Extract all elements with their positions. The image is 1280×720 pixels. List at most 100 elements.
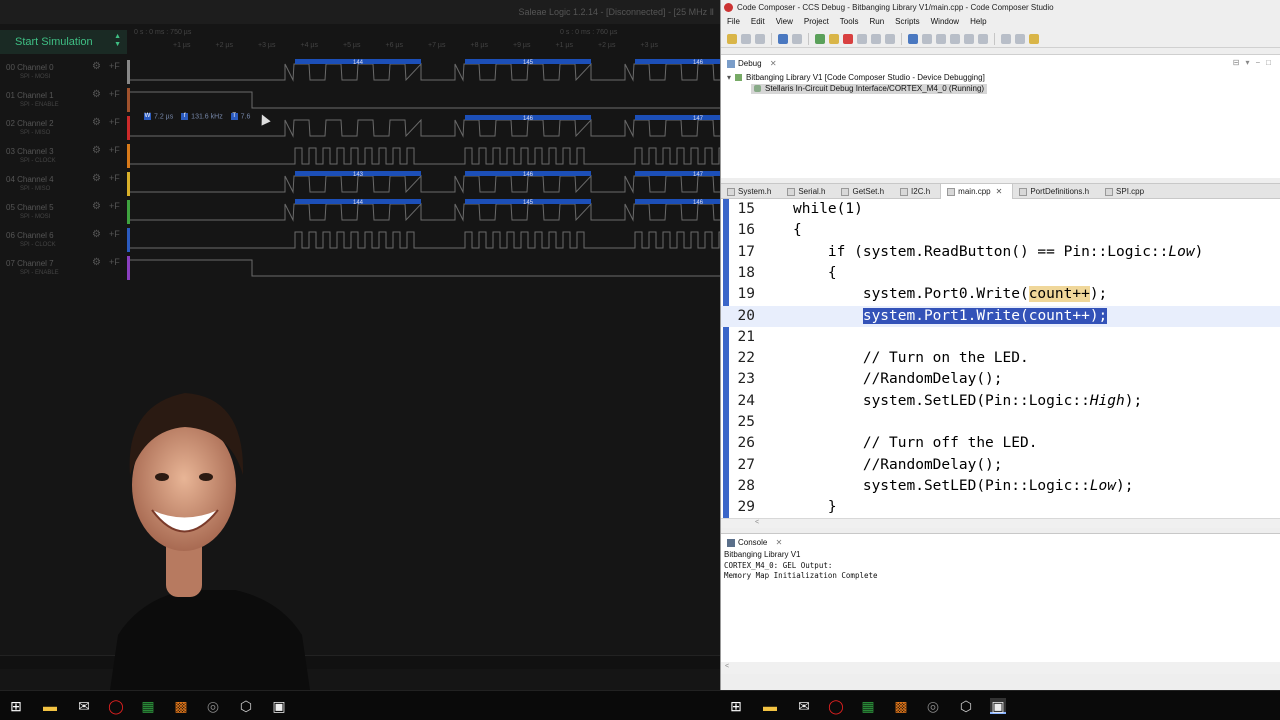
close-icon[interactable]: ✕ bbox=[770, 59, 777, 68]
console-horizontal-scrollbar[interactable]: < bbox=[721, 662, 1280, 674]
channel-row[interactable]: 07 Channel 7 SPI - ENABLE ⚙ +F bbox=[0, 254, 720, 282]
up-down-arrows-icon[interactable]: ▲ ▼ bbox=[114, 33, 121, 49]
save-all-icon[interactable] bbox=[755, 33, 765, 44]
step-over-icon[interactable] bbox=[871, 33, 881, 44]
package-icon[interactable]: ⬡ bbox=[238, 698, 254, 714]
menu-view[interactable]: View bbox=[776, 15, 793, 29]
gear-icon[interactable]: ⚙ bbox=[92, 117, 101, 128]
calendar-icon[interactable]: ▩ bbox=[173, 698, 189, 714]
app-window-icon[interactable]: ▣ bbox=[990, 698, 1006, 714]
terminate-icon[interactable] bbox=[843, 33, 853, 44]
expand-arrow-icon[interactable]: ▾ bbox=[727, 73, 735, 83]
app-window-icon[interactable]: ▣ bbox=[271, 698, 287, 714]
channel-row[interactable]: 00 Channel 0 SPI - MOSI ⚙ +F 144 145 146 bbox=[0, 58, 720, 86]
code-line[interactable]: 26 // Turn off the LED. bbox=[721, 433, 1280, 454]
memory-icon[interactable] bbox=[922, 33, 932, 44]
excel-icon[interactable]: ▦ bbox=[140, 698, 156, 714]
code-line[interactable]: 21 bbox=[721, 327, 1280, 348]
trigger-icon[interactable]: +F bbox=[109, 89, 120, 99]
code-editor[interactable]: 15 while(1) 16 {17 if (system.ReadButton() … bbox=[721, 199, 1280, 518]
excel-icon[interactable]: ▦ bbox=[860, 698, 876, 714]
resume-icon[interactable] bbox=[815, 33, 825, 44]
scroll-left-icon[interactable]: < bbox=[755, 519, 759, 526]
code-line[interactable]: 22 // Turn on the LED. bbox=[721, 348, 1280, 369]
channel-row[interactable]: 03 Channel 3 SPI - CLOCK ⚙ +F bbox=[0, 142, 720, 170]
menu-tools[interactable]: Tools bbox=[840, 15, 859, 29]
file-explorer-icon[interactable]: ▬ bbox=[42, 698, 58, 714]
menu-file[interactable]: File bbox=[727, 15, 740, 29]
expressions-icon[interactable] bbox=[964, 33, 974, 44]
menu-edit[interactable]: Edit bbox=[751, 15, 765, 29]
disk-icon[interactable]: ◎ bbox=[925, 698, 941, 714]
view-controls[interactable]: ⊟▾−□ bbox=[1233, 58, 1277, 67]
save-icon[interactable] bbox=[741, 33, 751, 44]
editor-tab[interactable]: Serial.h bbox=[781, 184, 835, 199]
editor-tab[interactable]: System.h bbox=[721, 184, 781, 199]
start-simulation-button[interactable]: Start Simulation ▲ ▼ bbox=[0, 30, 127, 54]
gear-icon[interactable]: ⚙ bbox=[92, 173, 101, 184]
mail-icon[interactable]: ✉ bbox=[76, 698, 92, 714]
reset-icon[interactable] bbox=[978, 33, 988, 44]
channel-row[interactable]: 02 Channel 2 SPI - MISO ⚙ +F 146 147 bbox=[0, 114, 720, 142]
trigger-icon[interactable]: +F bbox=[109, 173, 120, 183]
settings-icon[interactable] bbox=[1015, 33, 1025, 44]
breakpoint-icon[interactable] bbox=[950, 33, 960, 44]
gear-icon[interactable]: ⚙ bbox=[92, 229, 101, 240]
opera-icon[interactable]: ◯ bbox=[108, 698, 124, 714]
menu-window[interactable]: Window bbox=[931, 15, 959, 29]
registers-icon[interactable] bbox=[908, 33, 918, 44]
channel-row[interactable]: 04 Channel 4 SPI - MISO ⚙ +F 143 146 147 bbox=[0, 170, 720, 198]
tools-icon[interactable] bbox=[1029, 33, 1039, 44]
code-line[interactable]: 18 { bbox=[721, 263, 1280, 284]
debug-tab[interactable]: Debug ✕ bbox=[725, 57, 777, 71]
windows-start-icon[interactable]: ⊞ bbox=[8, 698, 24, 714]
trigger-icon[interactable]: +F bbox=[109, 201, 120, 211]
trigger-icon[interactable]: +F bbox=[109, 229, 120, 239]
opera-icon[interactable]: ◯ bbox=[828, 698, 844, 714]
file-explorer-icon[interactable]: ▬ bbox=[762, 698, 778, 714]
editor-tab[interactable]: I2C.h bbox=[894, 184, 940, 199]
menu-project[interactable]: Project bbox=[804, 15, 829, 29]
channel-row[interactable]: 06 Channel 6 SPI - CLOCK ⚙ +F bbox=[0, 226, 720, 254]
search-icon[interactable] bbox=[1001, 33, 1011, 44]
code-line[interactable]: 16 { bbox=[721, 220, 1280, 241]
editor-tab[interactable]: SPI.cpp bbox=[1099, 184, 1154, 199]
new-file-icon[interactable] bbox=[727, 33, 737, 44]
step-return-icon[interactable] bbox=[885, 33, 895, 44]
gear-icon[interactable]: ⚙ bbox=[92, 89, 101, 100]
editor-horizontal-scrollbar[interactable]: < bbox=[721, 518, 1280, 528]
debug-icon[interactable] bbox=[792, 33, 802, 44]
step-into-icon[interactable] bbox=[857, 33, 867, 44]
windows-start-icon[interactable]: ⊞ bbox=[728, 698, 744, 714]
code-line[interactable]: 17 if (system.ReadButton() == Pin::Logic… bbox=[721, 242, 1280, 263]
scroll-left-icon[interactable]: < bbox=[725, 663, 729, 670]
code-line[interactable]: 24 system.SetLED(Pin::Logic::High); bbox=[721, 391, 1280, 412]
suspend-icon[interactable] bbox=[829, 33, 839, 44]
gear-icon[interactable]: ⚙ bbox=[92, 145, 101, 156]
trigger-icon[interactable]: +F bbox=[109, 117, 120, 127]
gear-icon[interactable]: ⚙ bbox=[92, 257, 101, 268]
build-icon[interactable] bbox=[778, 33, 788, 44]
code-line[interactable]: 15 while(1) bbox=[721, 199, 1280, 220]
close-icon[interactable]: ✕ bbox=[996, 187, 1003, 196]
menu-help[interactable]: Help bbox=[970, 15, 986, 29]
channel-row[interactable]: 05 Channel 5 SPI - MOSI ⚙ +F 144 145 146 bbox=[0, 198, 720, 226]
package-icon[interactable]: ⬡ bbox=[958, 698, 974, 714]
debug-tree-root[interactable]: ▾ Bitbanging Library V1 [Code Composer St… bbox=[727, 73, 985, 83]
console-tab[interactable]: Console ✕ bbox=[725, 536, 782, 550]
close-icon[interactable]: ✕ bbox=[776, 538, 783, 547]
trigger-icon[interactable]: +F bbox=[109, 257, 120, 267]
code-line[interactable]: 27 //RandomDelay(); bbox=[721, 455, 1280, 476]
code-line[interactable]: 19 system.Port0.Write(count++); bbox=[721, 284, 1280, 305]
debug-tree-child[interactable]: Stellaris In-Circuit Debug Interface/COR… bbox=[751, 84, 988, 94]
menu-scripts[interactable]: Scripts bbox=[895, 15, 919, 29]
mail-icon[interactable]: ✉ bbox=[796, 698, 812, 714]
disk-icon[interactable]: ◎ bbox=[205, 698, 221, 714]
gear-icon[interactable]: ⚙ bbox=[92, 61, 101, 72]
trigger-icon[interactable]: +F bbox=[109, 61, 120, 71]
editor-tab[interactable]: GetSet.h bbox=[835, 184, 894, 199]
trigger-icon[interactable]: +F bbox=[109, 145, 120, 155]
code-line[interactable]: 23 //RandomDelay(); bbox=[721, 369, 1280, 390]
code-line[interactable]: 29 } bbox=[721, 497, 1280, 518]
gear-icon[interactable]: ⚙ bbox=[92, 201, 101, 212]
